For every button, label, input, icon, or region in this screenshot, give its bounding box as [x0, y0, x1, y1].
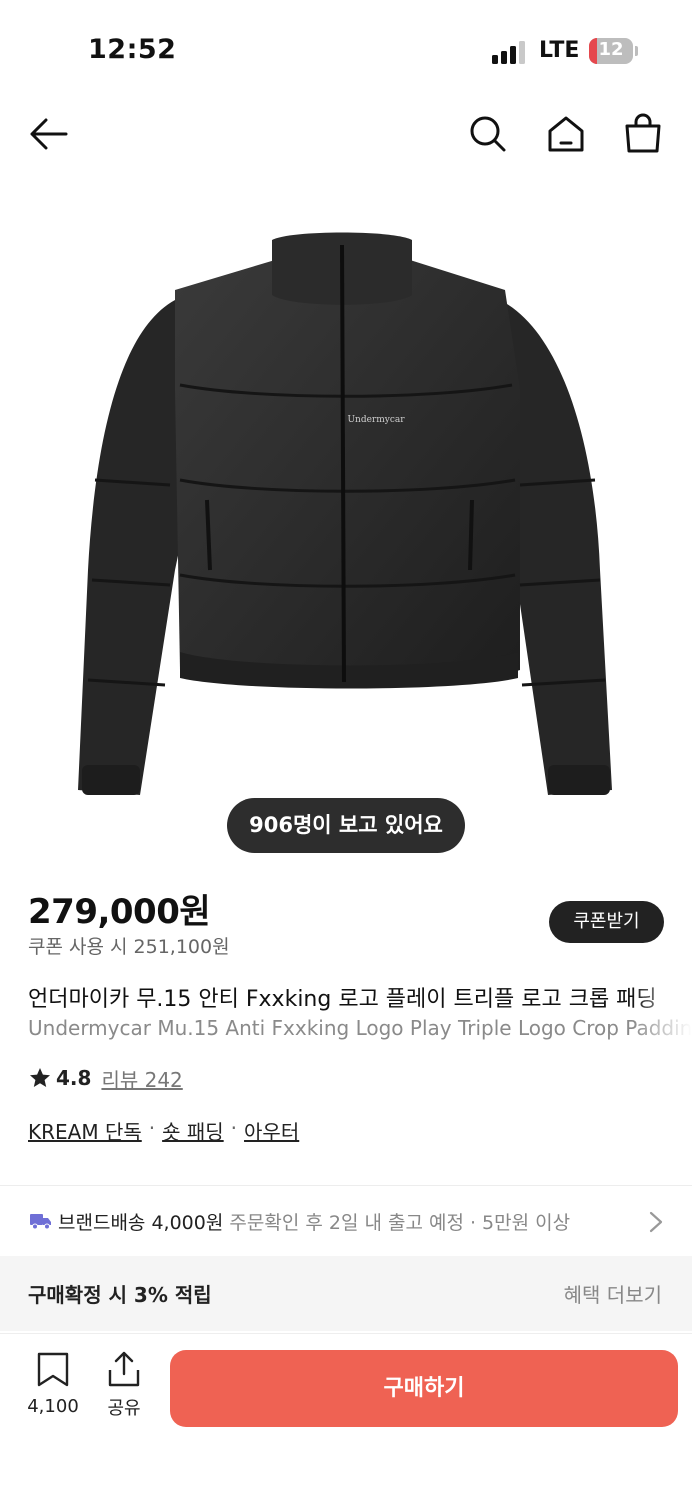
bookmark-icon [37, 1352, 69, 1387]
jacket-logo-text: Undermycar [347, 415, 405, 425]
share-icon [108, 1351, 140, 1387]
tag-separator: · [148, 1116, 156, 1140]
bookmark-count: 4,100 [27, 1396, 79, 1417]
get-coupon-button[interactable]: 쿠폰받기 [549, 901, 664, 943]
tag-short-padding[interactable]: 숏 패딩 [162, 1116, 224, 1145]
chevron-right-icon[interactable] [648, 1210, 664, 1234]
delivery-detail: 주문확인 후 2일 내 출고 예정 · 5만원 이상 [229, 1212, 571, 1234]
more-benefits-link[interactable]: 혜택 더보기 [564, 1279, 662, 1308]
share-label: 공유 [107, 1398, 141, 1419]
delivery-text: 브랜드배송 4,000원 주문확인 후 2일 내 출고 예정 · 5만원 이상 [58, 1208, 570, 1235]
delivery-info-row[interactable]: 브랜드배송 4,000원 주문확인 후 2일 내 출고 예정 · 5만원 이상 [0, 1186, 692, 1256]
tag-separator: · [230, 1116, 238, 1140]
bookmark-button[interactable]: 4,100 [20, 1352, 86, 1417]
search-icon[interactable] [466, 112, 510, 156]
top-navigation [0, 100, 692, 170]
delivery-fee: 4,000원 [151, 1212, 224, 1234]
coupon-price: 쿠폰 사용 시 251,100원 [28, 936, 230, 958]
battery-cap [635, 46, 638, 56]
status-time: 12:52 [88, 34, 177, 65]
battery-level: 12 [598, 39, 624, 60]
shopping-bag-icon[interactable] [621, 112, 665, 156]
tag-outer[interactable]: 아우터 [244, 1116, 299, 1145]
buy-button[interactable]: 구매하기 [170, 1350, 678, 1427]
tag-kream-exclusive[interactable]: KREAM 단독 [28, 1116, 142, 1145]
product-tags: KREAM 단독 · 숏 패딩 · 아우터 [28, 1116, 299, 1145]
rating-row: 4.8 리뷰 242 [28, 1064, 183, 1092]
rating-score: 4.8 [56, 1066, 92, 1090]
status-bar: 12:52 LTE 12 [0, 0, 692, 100]
home-icon[interactable] [544, 112, 588, 156]
share-button[interactable]: 공유 [100, 1350, 148, 1420]
viewers-badge: 906명이 보고 있어요 [227, 798, 465, 853]
product-title-english: Undermycar Mu.15 Anti Fxxking Logo Play … [28, 1016, 692, 1040]
delivery-label: 브랜드배송 [58, 1212, 146, 1234]
product-price: 279,000원 [28, 892, 211, 932]
reviews-link[interactable]: 리뷰 242 [101, 1064, 182, 1093]
title-fade-overlay [632, 975, 692, 1055]
arrow-left-icon[interactable] [26, 112, 70, 156]
benefit-title: 구매확정 시 3% 적립 [28, 1283, 212, 1307]
star-icon [30, 1068, 50, 1087]
product-image[interactable]: Undermycar [0, 190, 692, 830]
product-title-korean: 언더마이카 무.15 안티 Fxxking 로고 플레이 트리플 로고 크롭 패… [28, 987, 657, 1012]
truck-icon [30, 1214, 51, 1230]
benefit-row: 구매확정 시 3% 적립 혜택 더보기 [0, 1256, 692, 1331]
bottom-action-bar: 4,100 공유 구매하기 [0, 1333, 692, 1500]
battery-icon: 12 [589, 38, 633, 64]
signal-icon [492, 40, 526, 64]
network-type: LTE [539, 38, 580, 63]
